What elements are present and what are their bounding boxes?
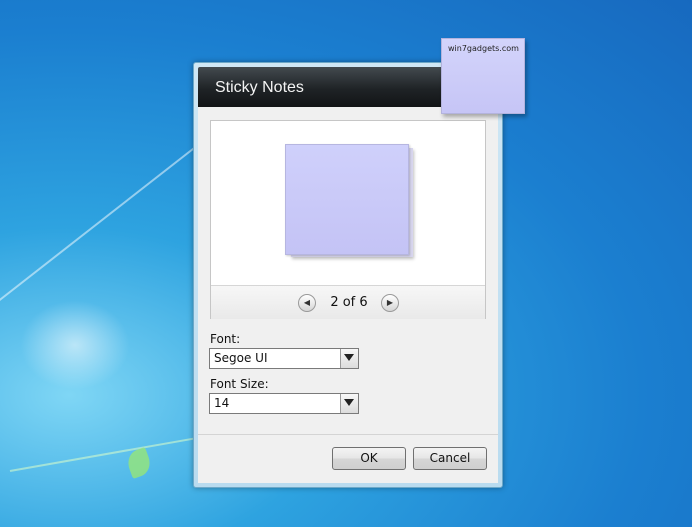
chevron-left-icon: ◀ (303, 298, 311, 307)
previous-button[interactable]: ◀ (298, 294, 316, 312)
font-select[interactable]: Segoe UI (209, 348, 359, 369)
light-glow (20, 300, 130, 390)
dialog-content: ◀ 2 of 6 ▶ Font: Segoe UI Font Size: 14 … (198, 107, 498, 483)
chevron-right-icon: ▶ (386, 298, 394, 307)
note-preview (285, 144, 409, 255)
note-preview-panel: ◀ 2 of 6 ▶ (210, 120, 486, 319)
leaf-decoration (124, 447, 154, 479)
page-counter: 2 of 6 (330, 295, 368, 310)
desktop-sticky-note[interactable]: win7gadgets.com (441, 38, 525, 114)
sticky-notes-settings-dialog: Sticky Notes ◀ 2 of 6 ▶ Font: Segoe UI F… (193, 62, 503, 488)
preview-area (211, 121, 485, 285)
font-size-select-value: 14 (214, 396, 230, 410)
font-label: Font: (210, 332, 241, 346)
font-select-value: Segoe UI (214, 351, 268, 365)
chevron-down-icon[interactable] (340, 394, 358, 413)
font-size-select[interactable]: 14 (209, 393, 359, 414)
font-size-label: Font Size: (210, 377, 269, 391)
preview-navigation: ◀ 2 of 6 ▶ (211, 285, 485, 319)
cancel-button[interactable]: Cancel (413, 447, 487, 470)
dialog-title: Sticky Notes (215, 79, 304, 96)
next-button[interactable]: ▶ (381, 294, 399, 312)
divider (198, 434, 498, 435)
chevron-down-icon[interactable] (340, 349, 358, 368)
ok-button[interactable]: OK (332, 447, 406, 470)
note-text: win7gadgets.com (448, 44, 519, 53)
